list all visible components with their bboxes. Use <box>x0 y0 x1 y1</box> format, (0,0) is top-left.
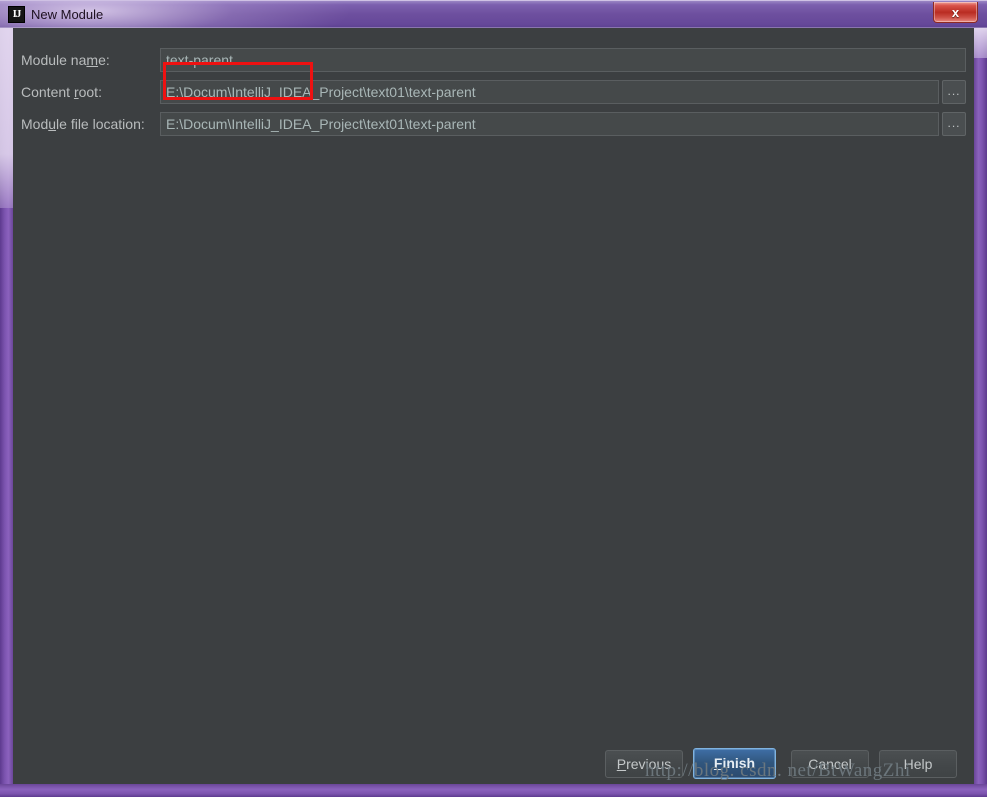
window-border-right-highlight <box>974 28 987 58</box>
module-file-location-browse-button[interactable]: ... <box>942 112 966 136</box>
window-border-bottom[interactable] <box>0 784 987 797</box>
field-row-content-root: Content root: E:\Docum\IntelliJ_IDEA_Pro… <box>13 80 974 104</box>
help-button[interactable]: Help <box>879 750 957 778</box>
field-row-module-file-location: Module file location: E:\Docum\IntelliJ_… <box>13 112 974 136</box>
content-root-input[interactable]: E:\Docum\IntelliJ_IDEA_Project\text01\te… <box>160 80 939 104</box>
new-module-dialog-window: IJ New Module x Module name: text-parent… <box>0 0 987 797</box>
field-row-module-name: Module name: text-parent <box>13 48 974 72</box>
window-border-left-highlight <box>0 28 13 208</box>
module-file-location-label: Module file location: <box>21 116 145 132</box>
previous-button[interactable]: Previous <box>605 750 683 778</box>
cancel-button[interactable]: Cancel <box>791 750 869 778</box>
intellij-idea-icon-glyph: IJ <box>12 8 22 20</box>
close-button[interactable]: x <box>933 2 978 23</box>
content-root-label: Content root: <box>21 84 102 100</box>
close-icon: x <box>951 4 960 20</box>
window-border-right[interactable] <box>974 28 987 797</box>
intellij-idea-icon: IJ <box>8 6 25 23</box>
finish-button[interactable]: Finish <box>693 748 776 779</box>
module-file-location-input[interactable]: E:\Docum\IntelliJ_IDEA_Project\text01\te… <box>160 112 939 136</box>
content-root-browse-button[interactable]: ... <box>942 80 966 104</box>
module-name-input[interactable]: text-parent <box>160 48 966 72</box>
dialog-content: Module name: text-parent Content root: E… <box>13 28 974 784</box>
module-name-label: Module name: <box>21 52 110 68</box>
window-title: New Module <box>31 7 104 22</box>
title-bar[interactable]: IJ New Module x <box>0 0 987 28</box>
